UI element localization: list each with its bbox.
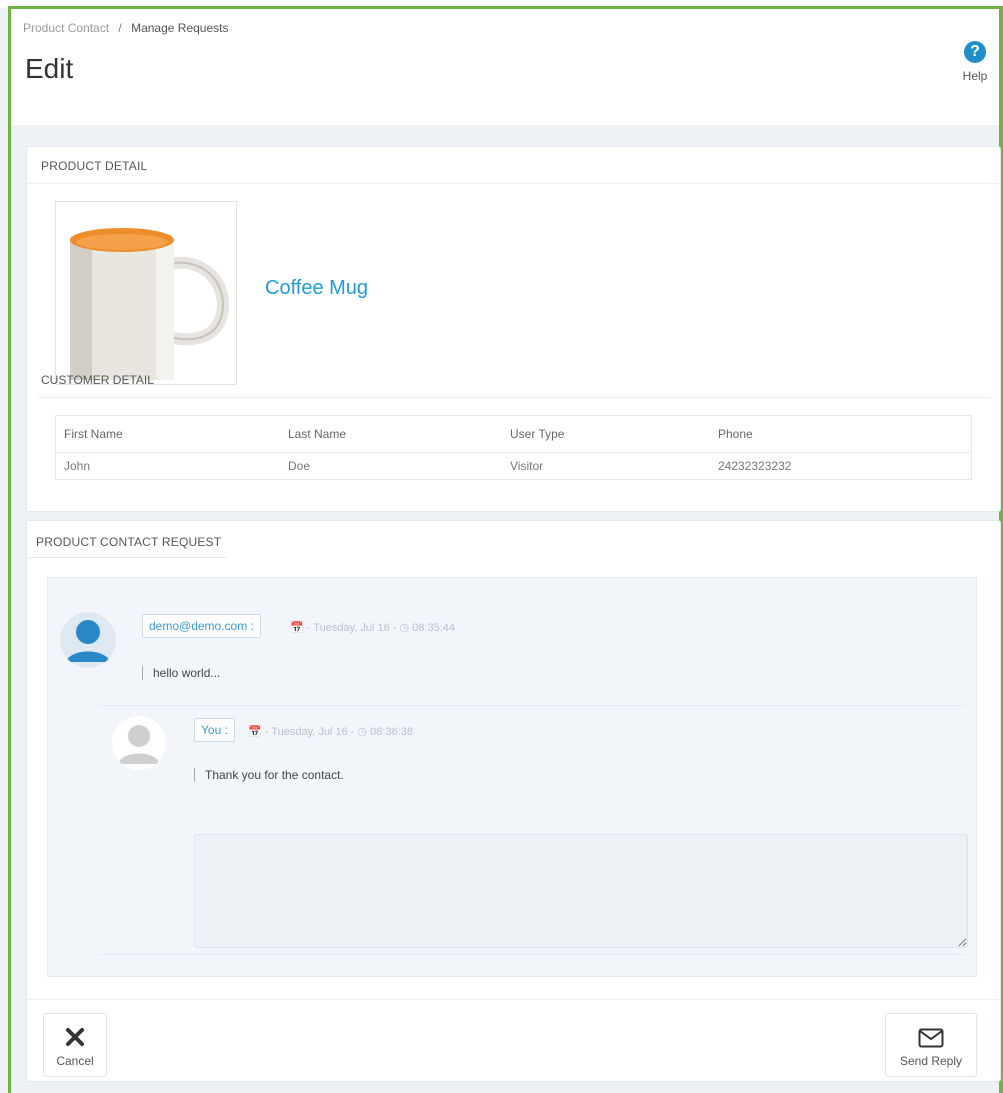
product-name-link[interactable]: Coffee Mug [265, 277, 368, 300]
user-avatar-gray-icon [112, 716, 166, 770]
question-circle-icon: ? [964, 41, 986, 63]
message-date: - Tuesday, Jul 16 - [306, 622, 397, 634]
cancel-button[interactable]: Cancel [43, 1013, 107, 1077]
send-reply-button[interactable]: Send Reply [885, 1013, 977, 1077]
cell-phone: 24232323232 [718, 459, 792, 473]
product-detail-panel: PRODUCT DETAIL Coffee Mug CUSTOMER DETAI… [26, 146, 1001, 512]
message-thread: demo@demo.com : 📅 - Tuesday, Jul 16 - ◷ … [47, 577, 977, 977]
message-meta: 📅 - Tuesday, Jul 16 - ◷ 08:36:38 [248, 725, 413, 738]
send-reply-label: Send Reply [899, 1054, 963, 1068]
reply-textarea[interactable] [194, 834, 968, 948]
divider [98, 954, 966, 955]
product-contact-request-panel: PRODUCT CONTACT REQUEST demo@demo.com : … [26, 520, 1001, 1082]
column-first-name: First Name [55, 415, 280, 453]
avatar [60, 612, 116, 668]
envelope-icon [886, 1014, 976, 1048]
page-header: Product Contact / Manage Requests Edit ?… [11, 9, 999, 125]
column-user-type: User Type [502, 415, 710, 453]
divider [27, 183, 1000, 184]
request-heading: PRODUCT CONTACT REQUEST [36, 535, 222, 549]
column-phone: Phone [710, 415, 972, 453]
message-sender: demo@demo.com : [142, 614, 261, 638]
clock-icon: ◷ [357, 726, 368, 738]
window-frame-left [8, 6, 11, 1093]
divider [98, 705, 966, 706]
product-detail-heading: PRODUCT DETAIL [41, 159, 148, 173]
window-frame-top [0, 0, 1003, 9]
close-icon [44, 1014, 106, 1048]
message-time: 08:36:38 [370, 726, 413, 738]
breadcrumb-separator: / [118, 21, 122, 35]
column-last-name: Last Name [280, 415, 502, 453]
coffee-mug-image [56, 202, 236, 384]
message-time: 08:35:44 [412, 622, 455, 634]
table-row: John Doe Visitor 24232323232 [56, 453, 972, 480]
message-meta: 📅 - Tuesday, Jul 16 - ◷ 08:35:44 [290, 621, 455, 634]
calendar-icon: 📅 [290, 622, 304, 634]
help-label: Help [962, 69, 988, 83]
divider [27, 557, 227, 558]
cell-last-name: Doe [288, 459, 311, 473]
user-avatar-blue-icon [60, 612, 116, 668]
cell-first-name: John [64, 459, 91, 473]
avatar [112, 716, 166, 770]
product-image [55, 201, 237, 385]
help-button[interactable]: ? Help [955, 41, 995, 83]
calendar-icon: 📅 [248, 726, 262, 738]
message-text: Thank you for the contact. [194, 768, 344, 782]
customer-table: First Name Last Name User Type Phone Joh… [55, 415, 972, 480]
message-sender: You : [194, 718, 235, 742]
divider [37, 397, 992, 398]
customer-detail-heading: CUSTOMER DETAIL [41, 373, 154, 387]
message-text: hello world... [142, 666, 220, 680]
breadcrumb: Product Contact / Manage Requests [23, 21, 228, 35]
breadcrumb-parent-link[interactable]: Product Contact [23, 21, 109, 35]
cell-user-type: Visitor [510, 459, 544, 473]
cancel-label: Cancel [56, 1054, 94, 1068]
clock-icon: ◷ [399, 622, 410, 634]
table-header-row: First Name Last Name User Type Phone [55, 415, 972, 453]
page-title: Edit [25, 53, 74, 84]
message-date: - Tuesday, Jul 16 - [264, 726, 355, 738]
divider [27, 999, 1000, 1000]
breadcrumb-current[interactable]: Manage Requests [131, 21, 228, 35]
